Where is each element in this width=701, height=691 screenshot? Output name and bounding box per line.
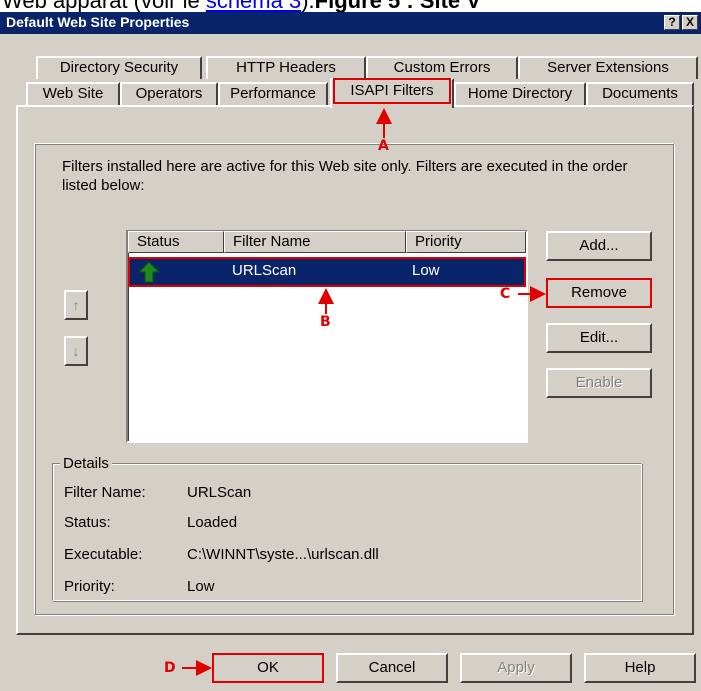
annotation-label-d: D [164, 660, 176, 676]
annotation-arrows [182, 108, 546, 676]
annotation-label-a: A [378, 138, 389, 154]
annotation-label-c: C [500, 286, 511, 302]
annotation-label-b: B [320, 314, 331, 330]
